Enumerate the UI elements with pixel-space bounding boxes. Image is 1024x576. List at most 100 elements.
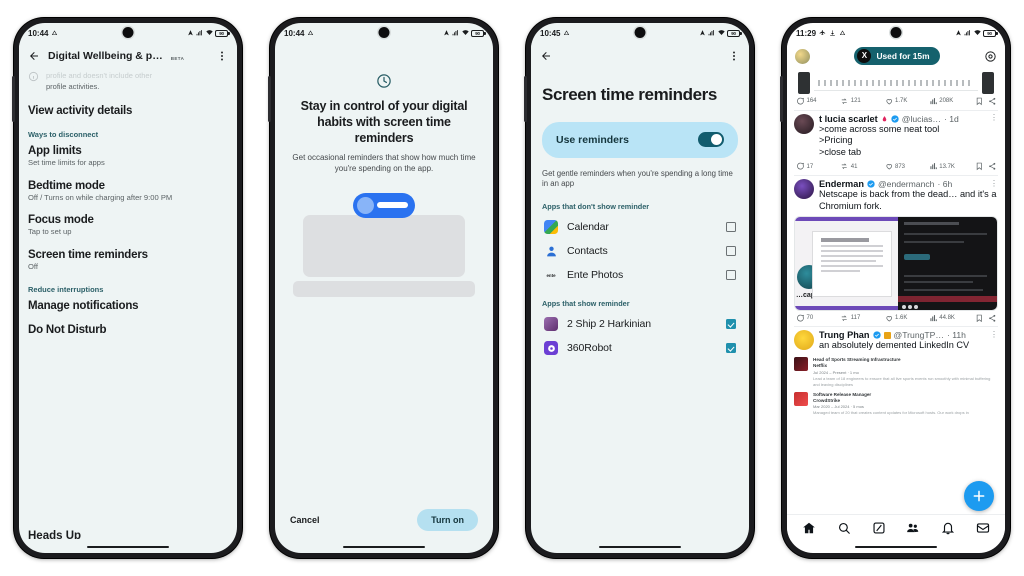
reply-action[interactable]: 164 — [796, 97, 838, 106]
settings-list[interactable]: profile and doesn't include other profil… — [19, 69, 237, 541]
cv-dates: Jul 2024 – Present · 1 mo — [813, 369, 859, 375]
views-count: 13.7K — [939, 163, 955, 170]
app-row-ente-photos[interactable]: ente Ente Photos — [542, 263, 738, 287]
tweet-item[interactable]: Trung Phan @TrungTP… · 11h ⋮ an absolute… — [794, 326, 998, 418]
back-arrow-icon[interactable] — [540, 50, 552, 62]
dark-window-strip — [898, 295, 997, 302]
app-row-contacts[interactable]: Contacts — [542, 239, 738, 263]
list-item[interactable]: Screen time reminders Off — [28, 249, 228, 272]
views-action[interactable]: 208K — [929, 97, 971, 106]
compose-fab[interactable] — [964, 481, 994, 511]
reply-action[interactable]: 17 — [796, 162, 838, 171]
share-action[interactable] — [988, 97, 997, 106]
app-row-360robot[interactable]: 360Robot — [542, 336, 738, 360]
tweet-actions: 70 117 1.6K 44.8K — [794, 311, 998, 327]
tweet-more-icon[interactable]: ⋮ — [990, 114, 998, 123]
setting-title: View activity details — [28, 105, 133, 117]
bookmark-action[interactable] — [975, 162, 984, 171]
tweet-item[interactable]: t lucia scarlet @lucias… · 1d ⋮ >come ac… — [794, 109, 998, 175]
status-bar-2: 10:44 90 — [275, 23, 493, 43]
like-action[interactable]: 1.6K — [885, 314, 927, 323]
screen-time-reminder-pill[interactable]: X Used for 15m — [854, 47, 940, 65]
cut-off-list-item[interactable]: Heads Up — [28, 530, 228, 539]
communities-nav-icon[interactable] — [906, 521, 920, 535]
views-action[interactable]: 13.7K — [929, 162, 971, 171]
views-action[interactable]: 44.8K — [929, 314, 971, 323]
home-indicator-1[interactable] — [19, 541, 237, 553]
repost-action[interactable]: 41 — [840, 162, 882, 171]
status-bar-4: 11:29 90 — [787, 23, 1005, 43]
reply-action[interactable]: 70 — [796, 314, 838, 323]
page-heading: Screen time reminders — [542, 85, 717, 104]
like-action[interactable]: 1.7K — [885, 97, 927, 106]
list-item[interactable]: App limits Set time limits for apps — [28, 145, 228, 168]
home-indicator-3[interactable] — [531, 541, 749, 553]
camera-punch-hole-4 — [890, 27, 902, 38]
app-checkbox[interactable] — [726, 222, 736, 233]
repost-action[interactable]: 121 — [840, 97, 882, 106]
app-row-calendar[interactable]: Calendar — [542, 215, 738, 239]
repost-action[interactable]: 117 — [840, 314, 882, 323]
setup-window — [811, 230, 893, 298]
use-reminders-toggle-row[interactable]: Use reminders — [542, 121, 738, 158]
home-indicator-2[interactable] — [275, 541, 493, 553]
list-item[interactable]: Bedtime mode Off / Turns on while chargi… — [28, 180, 228, 203]
tweet-item[interactable]: Enderman @endermanch · 6h ⋮ Netscape is … — [794, 174, 998, 327]
search-nav-icon[interactable] — [837, 521, 851, 535]
avatar[interactable] — [794, 178, 814, 199]
app-bar-1: Digital Wellbeing & p… BETA — [19, 43, 237, 69]
overflow-menu-icon[interactable] — [216, 49, 228, 63]
silent-mode-icon — [52, 30, 58, 36]
list-item[interactable]: View activity details — [28, 105, 228, 117]
bookmark-action[interactable] — [975, 97, 984, 106]
bookmark-action[interactable] — [975, 314, 984, 323]
app-name: Contacts — [567, 245, 608, 258]
calendar-app-icon — [544, 220, 558, 235]
avatar[interactable] — [794, 113, 814, 134]
share-icon — [988, 163, 995, 171]
tweet-media-screenshots[interactable]: …cape — [794, 215, 998, 311]
app-checkbox[interactable] — [726, 319, 736, 330]
linkedin-cv-image[interactable]: Head of Sports Streaming Infrastructure … — [794, 355, 998, 418]
app-name: Ente Photos — [567, 269, 624, 282]
download-icon — [830, 30, 835, 36]
use-reminders-switch[interactable] — [698, 132, 724, 148]
home-indicator-4[interactable] — [787, 541, 1005, 553]
author-handle: @lucias… — [901, 113, 942, 124]
avatar[interactable] — [794, 330, 814, 351]
messages-nav-icon[interactable] — [976, 521, 990, 535]
turn-on-button[interactable]: Turn on — [417, 509, 478, 531]
notifications-nav-icon[interactable] — [941, 521, 955, 535]
cellular-signal-icon — [196, 30, 202, 36]
app-checkbox[interactable] — [726, 246, 736, 257]
grok-nav-icon[interactable] — [872, 521, 886, 535]
overflow-menu-icon[interactable] — [728, 49, 740, 63]
cancel-button[interactable]: Cancel — [290, 515, 320, 525]
app-checkbox[interactable] — [726, 343, 736, 354]
tweet-feed[interactable]: 164 121 1.7K 208K t lucia scarlet @lucia… — [787, 69, 1005, 514]
author-handle: @endermanch — [877, 178, 935, 189]
home-nav-icon[interactable] — [802, 521, 816, 535]
clock-icon — [377, 74, 391, 88]
list-item[interactable]: Do Not Disturb — [28, 324, 228, 336]
reply-icon — [797, 163, 804, 170]
avatar[interactable] — [795, 48, 810, 64]
contacts-app-icon — [544, 244, 558, 258]
app-row-2-ship-2-harkinian[interactable]: 2 Ship 2 Harkinian — [542, 312, 738, 336]
page-title: Digital Wellbeing & p… — [48, 50, 163, 62]
tweet-more-icon[interactable]: ⋮ — [990, 330, 998, 339]
info-icon — [28, 71, 39, 82]
status-bar-left-3: 10:45 — [540, 29, 570, 38]
list-item[interactable]: Focus mode Tap to set up — [28, 214, 228, 237]
camera-punch-hole-2 — [378, 27, 390, 38]
gear-icon[interactable] — [984, 50, 997, 63]
like-action[interactable]: 873 — [885, 162, 927, 171]
share-action[interactable] — [988, 314, 997, 323]
share-action[interactable] — [988, 162, 997, 171]
plus-icon — [973, 490, 985, 502]
app-checkbox[interactable] — [726, 270, 736, 281]
back-arrow-icon[interactable] — [28, 50, 40, 62]
verified-badge-icon — [867, 180, 875, 188]
list-item[interactable]: Manage notifications — [28, 300, 228, 312]
tweet-more-icon[interactable]: ⋮ — [990, 179, 998, 188]
